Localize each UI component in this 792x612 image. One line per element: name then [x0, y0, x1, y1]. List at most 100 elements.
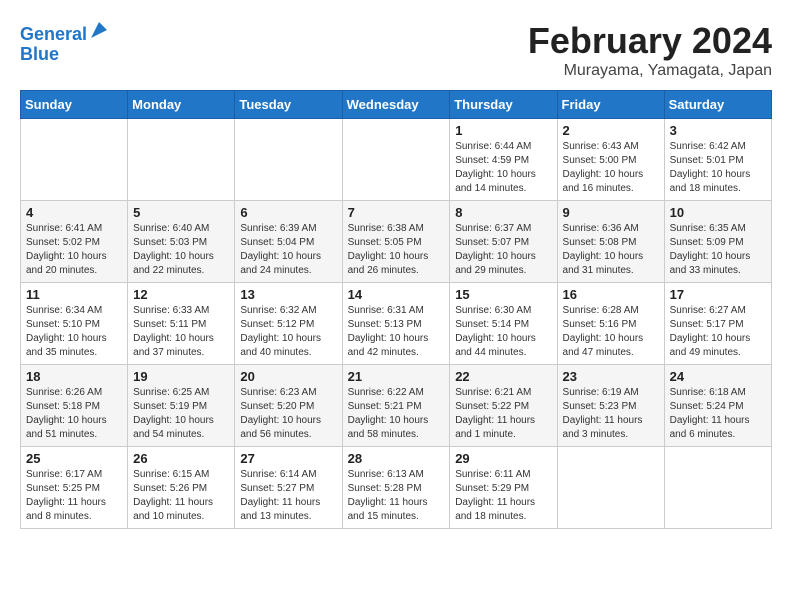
day-number: 12 — [133, 287, 229, 302]
logo-text: General Blue — [20, 25, 109, 65]
day-number: 27 — [240, 451, 336, 466]
day-info: Sunrise: 6:25 AM Sunset: 5:19 PM Dayligh… — [133, 386, 229, 442]
day-number: 2 — [563, 123, 659, 138]
day-number: 21 — [348, 369, 445, 384]
calendar-cell — [557, 447, 664, 529]
day-info: Sunrise: 6:36 AM Sunset: 5:08 PM Dayligh… — [563, 222, 659, 278]
day-info: Sunrise: 6:30 AM Sunset: 5:14 PM Dayligh… — [455, 304, 551, 360]
page-header: General Blue February 2024 Murayama, Yam… — [20, 20, 772, 80]
calendar-week-5: 25 Sunrise: 6:17 AM Sunset: 5:25 PM Dayli… — [21, 447, 772, 529]
day-info: Sunrise: 6:14 AM Sunset: 5:27 PM Dayligh… — [240, 468, 336, 524]
day-number: 29 — [455, 451, 551, 466]
calendar-dow-wednesday: Wednesday — [342, 91, 450, 119]
day-info: Sunrise: 6:37 AM Sunset: 5:07 PM Dayligh… — [455, 222, 551, 278]
calendar-cell: 22 Sunrise: 6:21 AM Sunset: 5:22 PM Dayli… — [450, 365, 557, 447]
day-info: Sunrise: 6:26 AM Sunset: 5:18 PM Dayligh… — [26, 386, 122, 442]
day-info: Sunrise: 6:34 AM Sunset: 5:10 PM Dayligh… — [26, 304, 122, 360]
calendar-cell: 14 Sunrise: 6:31 AM Sunset: 5:13 PM Dayli… — [342, 283, 450, 365]
calendar-cell: 6 Sunrise: 6:39 AM Sunset: 5:04 PM Daylig… — [235, 201, 342, 283]
day-info: Sunrise: 6:43 AM Sunset: 5:00 PM Dayligh… — [563, 140, 659, 196]
day-info: Sunrise: 6:22 AM Sunset: 5:21 PM Dayligh… — [348, 386, 445, 442]
calendar-cell: 9 Sunrise: 6:36 AM Sunset: 5:08 PM Daylig… — [557, 201, 664, 283]
day-number: 28 — [348, 451, 445, 466]
day-number: 13 — [240, 287, 336, 302]
day-info: Sunrise: 6:39 AM Sunset: 5:04 PM Dayligh… — [240, 222, 336, 278]
calendar-cell — [128, 119, 235, 201]
calendar-cell: 17Sunrise: 6:27 AM Sunset: 5:17 PM Dayli… — [664, 283, 771, 365]
day-number: 7 — [348, 205, 445, 220]
day-number: 5 — [133, 205, 229, 220]
day-number: 22 — [455, 369, 551, 384]
calendar-cell — [664, 447, 771, 529]
day-info: Sunrise: 6:27 AM Sunset: 5:17 PM Dayligh… — [670, 304, 766, 360]
logo-icon — [89, 20, 109, 40]
day-info: Sunrise: 6:35 AM Sunset: 5:09 PM Dayligh… — [670, 222, 766, 278]
day-number: 4 — [26, 205, 122, 220]
calendar-cell: 24 Sunrise: 6:18 AM Sunset: 5:24 PM Dayli… — [664, 365, 771, 447]
calendar-cell: 10 Sunrise: 6:35 AM Sunset: 5:09 PM Dayli… — [664, 201, 771, 283]
day-info: Sunrise: 6:40 AM Sunset: 5:03 PM Dayligh… — [133, 222, 229, 278]
day-number: 11 — [26, 287, 122, 302]
calendar-cell: 15Sunrise: 6:30 AM Sunset: 5:14 PM Dayli… — [450, 283, 557, 365]
calendar-header-row: SundayMondayTuesdayWednesdayThursdayFrid… — [21, 91, 772, 119]
day-info: Sunrise: 6:31 AM Sunset: 5:13 PM Dayligh… — [348, 304, 445, 360]
day-number: 14 — [348, 287, 445, 302]
day-info: Sunrise: 6:15 AM Sunset: 5:26 PM Dayligh… — [133, 468, 229, 524]
calendar-cell: 11 Sunrise: 6:34 AM Sunset: 5:10 PM Dayli… — [21, 283, 128, 365]
day-info: Sunrise: 6:11 AM Sunset: 5:29 PM Dayligh… — [455, 468, 551, 524]
calendar-cell: 19 Sunrise: 6:25 AM Sunset: 5:19 PM Dayli… — [128, 365, 235, 447]
calendar-week-4: 18 Sunrise: 6:26 AM Sunset: 5:18 PM Dayli… — [21, 365, 772, 447]
calendar-cell: 26Sunrise: 6:15 AM Sunset: 5:26 PM Dayli… — [128, 447, 235, 529]
day-number: 20 — [240, 369, 336, 384]
title-block: February 2024 Murayama, Yamagata, Japan — [528, 20, 772, 80]
calendar-dow-thursday: Thursday — [450, 91, 557, 119]
day-info: Sunrise: 6:32 AM Sunset: 5:12 PM Dayligh… — [240, 304, 336, 360]
calendar-table: SundayMondayTuesdayWednesdayThursdayFrid… — [20, 90, 772, 529]
calendar-cell: 2 Sunrise: 6:43 AM Sunset: 5:00 PM Daylig… — [557, 119, 664, 201]
calendar-cell: 5 Sunrise: 6:40 AM Sunset: 5:03 PM Daylig… — [128, 201, 235, 283]
day-number: 25 — [26, 451, 122, 466]
day-info: Sunrise: 6:44 AM Sunset: 4:59 PM Dayligh… — [455, 140, 551, 196]
calendar-cell — [21, 119, 128, 201]
location: Murayama, Yamagata, Japan — [528, 62, 772, 80]
calendar-cell: 16 Sunrise: 6:28 AM Sunset: 5:16 PM Dayli… — [557, 283, 664, 365]
logo-blue: Blue — [20, 44, 59, 64]
day-number: 3 — [670, 123, 766, 138]
calendar-cell: 8 Sunrise: 6:37 AM Sunset: 5:07 PM Daylig… — [450, 201, 557, 283]
calendar-cell: 27 Sunrise: 6:14 AM Sunset: 5:27 PM Dayli… — [235, 447, 342, 529]
day-number: 18 — [26, 369, 122, 384]
day-info: Sunrise: 6:28 AM Sunset: 5:16 PM Dayligh… — [563, 304, 659, 360]
calendar-week-1: 1Sunrise: 6:44 AM Sunset: 4:59 PM Daylig… — [21, 119, 772, 201]
calendar-cell: 21 Sunrise: 6:22 AM Sunset: 5:21 PM Dayli… — [342, 365, 450, 447]
calendar-cell: 23Sunrise: 6:19 AM Sunset: 5:23 PM Dayli… — [557, 365, 664, 447]
calendar-dow-monday: Monday — [128, 91, 235, 119]
calendar-cell: 4 Sunrise: 6:41 AM Sunset: 5:02 PM Daylig… — [21, 201, 128, 283]
calendar-dow-friday: Friday — [557, 91, 664, 119]
calendar-cell: 18 Sunrise: 6:26 AM Sunset: 5:18 PM Dayli… — [21, 365, 128, 447]
day-number: 19 — [133, 369, 229, 384]
day-info: Sunrise: 6:41 AM Sunset: 5:02 PM Dayligh… — [26, 222, 122, 278]
day-info: Sunrise: 6:38 AM Sunset: 5:05 PM Dayligh… — [348, 222, 445, 278]
day-number: 8 — [455, 205, 551, 220]
calendar-cell: 28Sunrise: 6:13 AM Sunset: 5:28 PM Dayli… — [342, 447, 450, 529]
calendar-dow-saturday: Saturday — [664, 91, 771, 119]
day-number: 16 — [563, 287, 659, 302]
calendar-cell: 29 Sunrise: 6:11 AM Sunset: 5:29 PM Dayli… — [450, 447, 557, 529]
calendar-cell: 1Sunrise: 6:44 AM Sunset: 4:59 PM Daylig… — [450, 119, 557, 201]
day-info: Sunrise: 6:17 AM Sunset: 5:25 PM Dayligh… — [26, 468, 122, 524]
calendar-week-3: 11 Sunrise: 6:34 AM Sunset: 5:10 PM Dayli… — [21, 283, 772, 365]
day-info: Sunrise: 6:21 AM Sunset: 5:22 PM Dayligh… — [455, 386, 551, 442]
calendar-dow-sunday: Sunday — [21, 91, 128, 119]
day-number: 24 — [670, 369, 766, 384]
calendar-cell: 20Sunrise: 6:23 AM Sunset: 5:20 PM Dayli… — [235, 365, 342, 447]
calendar-cell — [342, 119, 450, 201]
calendar-dow-tuesday: Tuesday — [235, 91, 342, 119]
calendar-body: 1Sunrise: 6:44 AM Sunset: 4:59 PM Daylig… — [21, 119, 772, 529]
day-number: 10 — [670, 205, 766, 220]
calendar-cell: 3Sunrise: 6:42 AM Sunset: 5:01 PM Daylig… — [664, 119, 771, 201]
calendar-week-2: 4 Sunrise: 6:41 AM Sunset: 5:02 PM Daylig… — [21, 201, 772, 283]
day-number: 6 — [240, 205, 336, 220]
day-info: Sunrise: 6:18 AM Sunset: 5:24 PM Dayligh… — [670, 386, 766, 442]
day-number: 9 — [563, 205, 659, 220]
day-info: Sunrise: 6:19 AM Sunset: 5:23 PM Dayligh… — [563, 386, 659, 442]
